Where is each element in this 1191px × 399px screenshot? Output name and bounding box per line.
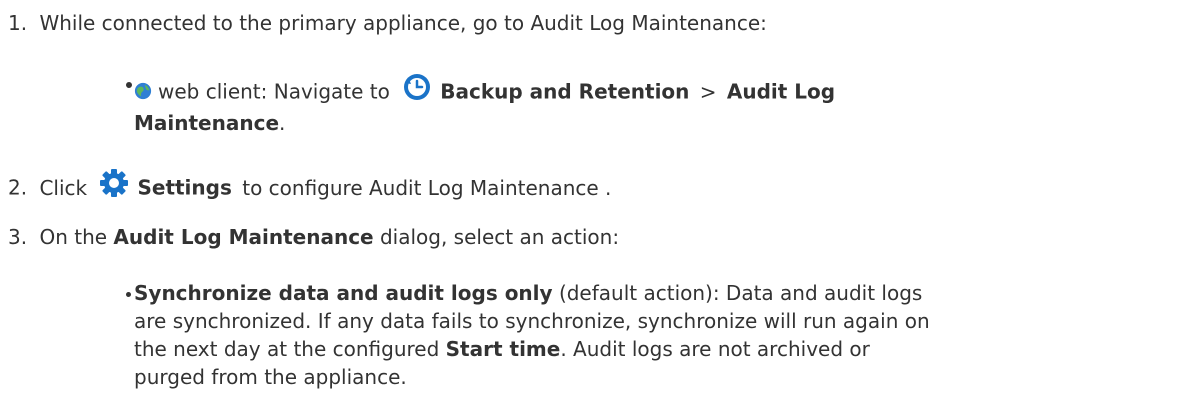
option-sync-desc-3b: . Audit logs are not archived or [560, 337, 870, 361]
step-number: 1. [8, 11, 28, 35]
step-1: 1. While connected to the primary applia… [8, 10, 767, 36]
step-number: 2. [8, 175, 28, 200]
step-number: 3. [8, 225, 28, 249]
option-sync-desc-2: are synchronized. If any data fails to s… [134, 309, 930, 333]
step-text-rest: dialog, select an action: [379, 225, 620, 249]
path-separator: > [699, 79, 717, 104]
path-backup-retention: Backup and Retention [440, 79, 690, 104]
gear-icon [100, 169, 129, 197]
step-text: While connected to the primary appliance… [39, 11, 767, 35]
bullet [126, 292, 131, 297]
option-sync-line-4: purged from the appliance. [134, 364, 407, 390]
backup-retention-icon [404, 74, 431, 100]
step-text-rest: to configure Audit Log Maintenance . [242, 175, 612, 200]
option-sync-line-3: the next day at the configured Start tim… [134, 336, 870, 362]
option-sync-desc-3: the next day at the configured [134, 337, 440, 361]
option-sync-line-2: are synchronized. If any data fails to s… [134, 308, 930, 334]
option-sync-label: Synchronize data and audit logs only [134, 281, 553, 305]
step-text: Click [39, 175, 88, 200]
dialog-name: Audit Log Maintenance [113, 225, 374, 249]
step-2: 2. Click Settings to configure Audit Log… [8, 169, 612, 204]
step-text: On the [39, 225, 108, 249]
start-time-label: Start time [445, 337, 561, 361]
sub-step-continuation: Maintenance. [134, 110, 285, 136]
step-3: 3. On the Audit Log Maintenance dialog, … [8, 224, 619, 250]
settings-label: Settings [137, 175, 232, 200]
web-client-text: web client: Navigate to [158, 79, 390, 104]
option-sync-line-1: Synchronize data and audit logs only (de… [134, 280, 922, 306]
option-sync-desc-4: purged from the appliance. [134, 365, 407, 389]
path-maintenance: Maintenance [134, 111, 280, 135]
period: . [279, 111, 286, 135]
bullet [126, 82, 132, 88]
sub-step-web-client: web client: Navigate to Backup and Reten… [134, 74, 836, 108]
path-audit-log: Audit Log [726, 79, 836, 104]
option-sync-desc: (default action): Data and audit logs [558, 281, 923, 305]
globe-icon [134, 82, 152, 100]
